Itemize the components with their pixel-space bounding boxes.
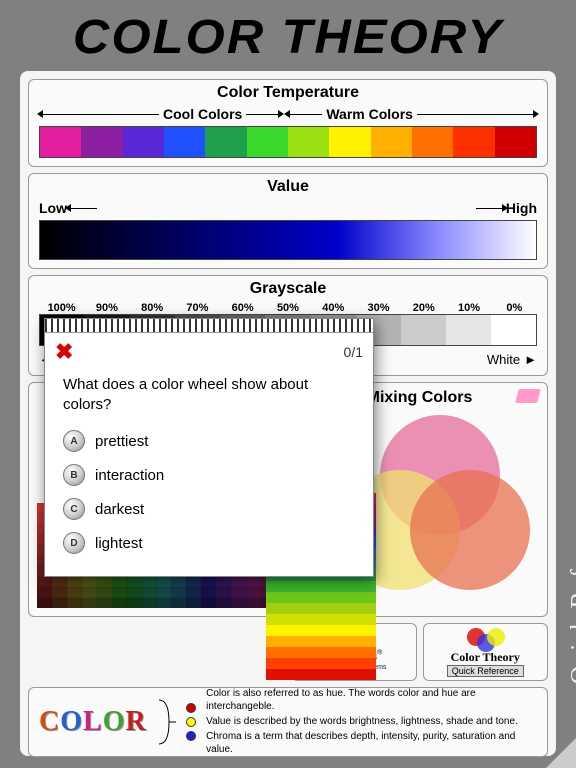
value-gradient [39,220,537,260]
grayscale-labels: 100%90%80%70%60%50%40%30%20%10%0% [39,302,537,314]
arrow-left-icon [67,208,97,209]
bracket-icon [157,694,176,750]
answer-option[interactable]: Aprettiest [63,424,355,458]
warm-label: Warm Colors [326,106,413,122]
footer: COLOR Color is also referred to as hue. … [28,687,548,757]
arrow-left-icon [39,114,159,115]
bullet-list [186,703,196,741]
answer-button[interactable]: A [63,430,85,452]
answer-option[interactable]: Binteraction [63,458,355,492]
answer-option[interactable]: Cdarkest [63,492,355,526]
arrow-right-icon [246,114,282,115]
answer-option[interactable]: Dlightest [63,526,355,560]
grayscale-title: Grayscale [39,280,537,298]
temperature-swatches [39,126,537,158]
cool-label: Cool Colors [163,106,242,122]
footer-text: Color is also referred to as hue. The wo… [206,687,537,758]
answer-button[interactable]: C [63,498,85,520]
arrow-right-icon [417,114,537,115]
color-word: COLOR [39,706,147,738]
answer-text: interaction [95,467,164,484]
answer-button[interactable]: D [63,532,85,554]
quiz-question: What does a color wheel show about color… [45,371,373,424]
notepad-binding-icon [45,319,373,333]
quiz-counter: 0/1 [344,344,363,360]
value-title: Value [39,178,537,196]
arrow-right-icon [476,208,506,209]
brand-color-theory: Color Theory Quick Reference [423,623,549,681]
answer-text: darkest [95,501,144,518]
white-label: White► [487,352,537,367]
side-label: Quick Reference [565,494,576,684]
page-curl-icon [546,738,576,768]
answer-text: prettiest [95,433,148,450]
answer-text: lightest [95,535,143,552]
close-icon[interactable]: ✖ [55,339,73,365]
eraser-icon[interactable] [515,389,541,403]
temperature-title: Color Temperature [39,84,537,102]
section-temperature: Color Temperature Cool Colors Warm Color… [28,79,548,167]
page-title: COLOR THEORY [0,0,576,71]
arrow-left-icon [286,114,322,115]
quiz-answers: AprettiestBinteractionCdarkestDlightest [45,424,373,576]
section-value: Value Low High [28,173,548,269]
quiz-popup: ✖ 0/1 What does a color wheel show about… [44,318,374,577]
answer-button[interactable]: B [63,464,85,486]
